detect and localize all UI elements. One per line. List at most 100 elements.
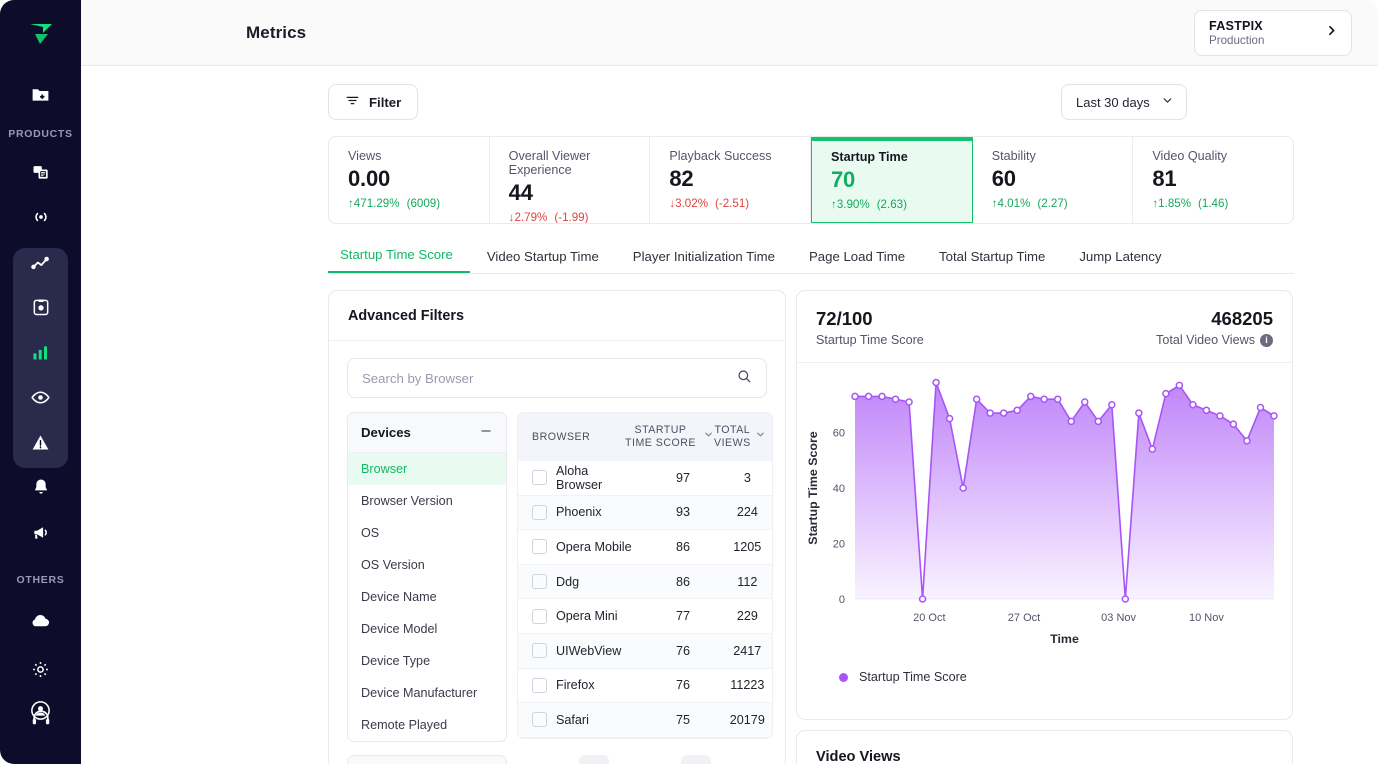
- video-on-demand-icon[interactable]: [21, 152, 61, 192]
- filter-item-device-type[interactable]: Device Type: [348, 645, 506, 677]
- kpi-delta: ↑3.90% (2.63): [831, 198, 972, 211]
- megaphone-icon[interactable]: [21, 512, 61, 552]
- panels-row: Advanced Filters Search by Browser Devic…: [328, 290, 1378, 764]
- svg-text:10 Nov: 10 Nov: [1189, 612, 1224, 624]
- minus-icon[interactable]: [479, 424, 493, 441]
- project-environment: Production: [1209, 33, 1265, 47]
- cell-total-views: 224: [736, 505, 758, 520]
- kpi-value: 81: [1152, 166, 1177, 191]
- kpi-delta-pct: ↑4.01%: [991, 197, 1031, 210]
- tab-player-initialization-time[interactable]: Player Initialization Time: [616, 249, 792, 273]
- kpi-label: Startup Time: [831, 150, 908, 164]
- tab-startup-time-score[interactable]: Startup Time Score: [328, 247, 470, 273]
- filter-item-browser-version[interactable]: Browser Version: [348, 485, 506, 517]
- table-row[interactable]: Firefox 76 11223: [518, 669, 772, 704]
- table-row[interactable]: Phoenix 93 224: [518, 495, 772, 531]
- search-icon[interactable]: [736, 368, 752, 389]
- advanced-filters-panel: Advanced Filters Search by Browser Devic…: [328, 290, 786, 764]
- column-header-browser[interactable]: BROWSER: [518, 431, 622, 443]
- filter-item-device-name[interactable]: Device Name: [348, 581, 506, 613]
- kpi-delta-pct: ↑3.90%: [831, 198, 870, 211]
- top-bar: Metrics FASTPIX Production: [81, 0, 1378, 66]
- kpi-card-stability[interactable]: Stability 60 ↑4.01% (2.27): [973, 137, 1134, 223]
- kpi-card-video-quality[interactable]: Video Quality 81 ↑1.85% (1.46): [1133, 137, 1293, 223]
- row-checkbox[interactable]: [532, 677, 547, 693]
- kpi-label: Views: [348, 149, 382, 163]
- search-input[interactable]: [362, 370, 706, 386]
- kpi-delta: ↓3.02% (-2.51): [669, 197, 810, 210]
- filter-item-browser[interactable]: Browser: [348, 453, 506, 485]
- cell-total-views: 229: [736, 609, 758, 624]
- total-video-views-label: Total Video Views i: [1156, 333, 1273, 347]
- row-checkbox[interactable]: [532, 470, 547, 486]
- filter-item-os[interactable]: OS: [348, 517, 506, 549]
- table-row[interactable]: UIWebView 76 2417: [518, 633, 772, 669]
- filter-item-device-manufacturer[interactable]: Device Manufacturer: [348, 677, 506, 709]
- cell-total-views: 1205: [733, 539, 762, 554]
- kpi-card-playback-success[interactable]: Playback Success 82 ↓3.02% (-2.51): [650, 137, 812, 223]
- filter-item-os-version[interactable]: OS Version: [348, 549, 506, 581]
- kpi-card-views[interactable]: Views 0.00 ↑471.29% (6009): [329, 137, 490, 223]
- gear-icon[interactable]: [21, 649, 61, 689]
- bar-chart-icon[interactable]: [21, 332, 61, 372]
- row-checkbox[interactable]: [532, 608, 547, 624]
- pagination-prev-button[interactable]: [578, 754, 609, 764]
- tab-video-startup-time[interactable]: Video Startup Time: [470, 249, 616, 273]
- user-avatar-icon[interactable]: [21, 690, 61, 730]
- row-checkbox[interactable]: [532, 712, 547, 728]
- row-checkbox[interactable]: [532, 574, 547, 590]
- media-clipboard-icon[interactable]: [21, 287, 61, 327]
- add-folder-icon[interactable]: [21, 74, 61, 114]
- tab-jump-latency[interactable]: Jump Latency: [1062, 249, 1178, 273]
- filter-group-devices-header[interactable]: Devices: [348, 413, 506, 453]
- main-region: Metrics FASTPIX Production Filter Last 3…: [81, 0, 1378, 764]
- startup-time-score-chart-panel: 72/100 Startup Time Score 468205 Total V…: [796, 290, 1293, 720]
- table-row[interactable]: Safari 75 20179: [518, 703, 772, 738]
- cell-startup-time-score: 76: [675, 643, 690, 658]
- kpi-card-overall-viewer-experience[interactable]: Overall Viewer Experience 44 ↓2.79% (-1.99): [490, 137, 651, 223]
- tab-total-startup-time[interactable]: Total Startup Time: [922, 249, 1062, 273]
- column-header-startup-time-score[interactable]: STARTUP TIME SCORE: [622, 424, 714, 450]
- chevron-down-icon[interactable]: [703, 429, 714, 444]
- kpi-card-startup-time[interactable]: Startup Time 70 ↑3.90% (2.63): [811, 137, 973, 223]
- kpi-delta-pct: ↓2.79%: [508, 211, 548, 224]
- row-checkbox[interactable]: [532, 504, 547, 520]
- chart-column: 72/100 Startup Time Score 468205 Total V…: [796, 290, 1293, 764]
- eye-icon[interactable]: [21, 377, 61, 417]
- date-range-selector[interactable]: Last 30 days: [1061, 84, 1187, 120]
- table-row[interactable]: Opera Mini 77 229: [518, 599, 772, 634]
- project-selector[interactable]: FASTPIX Production: [1194, 9, 1352, 56]
- browser-search-box[interactable]: [347, 358, 767, 398]
- line-chart-icon[interactable]: [21, 242, 61, 282]
- filter-button[interactable]: Filter: [328, 84, 419, 120]
- column-header-total-views[interactable]: TOTAL VIEWS: [714, 424, 772, 450]
- filters-body: Devices Browser Browser Version OS OS Versi…: [329, 398, 785, 764]
- info-icon[interactable]: i: [1260, 333, 1273, 347]
- cell-startup-time-score: 97: [675, 470, 690, 485]
- cloud-icon[interactable]: [21, 600, 61, 640]
- pagination-next-button[interactable]: [680, 754, 711, 764]
- kpi-value: 60: [991, 166, 1016, 191]
- row-checkbox[interactable]: [532, 539, 547, 555]
- filter-group-player-header[interactable]: Player: [348, 756, 506, 764]
- tab-page-load-time[interactable]: Page Load Time: [792, 249, 922, 273]
- svg-text:Startup Time Score: Startup Time Score: [806, 431, 820, 544]
- bell-icon[interactable]: [21, 467, 61, 507]
- fastpix-logo-icon[interactable]: [23, 16, 59, 52]
- table-row[interactable]: Aloha Browser 97 3: [518, 461, 772, 496]
- kpi-delta: ↑1.85% (1.46): [1152, 197, 1293, 210]
- column-header-total-views-label: TOTAL VIEWS: [714, 423, 751, 449]
- cell-browser: Phoenix: [556, 505, 602, 520]
- table-row[interactable]: Ddg 86 112: [518, 564, 772, 600]
- chevron-down-icon[interactable]: [755, 429, 766, 444]
- table-row[interactable]: Opera Mobile 86 1205: [518, 530, 772, 565]
- filter-item-device-model[interactable]: Device Model: [348, 613, 506, 645]
- live-stream-icon[interactable]: [21, 197, 61, 237]
- filter-item-remote-played[interactable]: Remote Played: [348, 709, 506, 741]
- svg-text:60: 60: [833, 428, 845, 440]
- kpi-value: 44: [508, 180, 533, 205]
- row-checkbox[interactable]: [532, 643, 547, 659]
- browser-table: BROWSER STARTUP TIME SCORE TOTAL VIEWS A…: [517, 412, 773, 739]
- warning-triangle-icon[interactable]: [21, 422, 61, 462]
- content-area: Filter Last 30 days Views 0.00 ↑471.29% (60…: [81, 66, 1378, 764]
